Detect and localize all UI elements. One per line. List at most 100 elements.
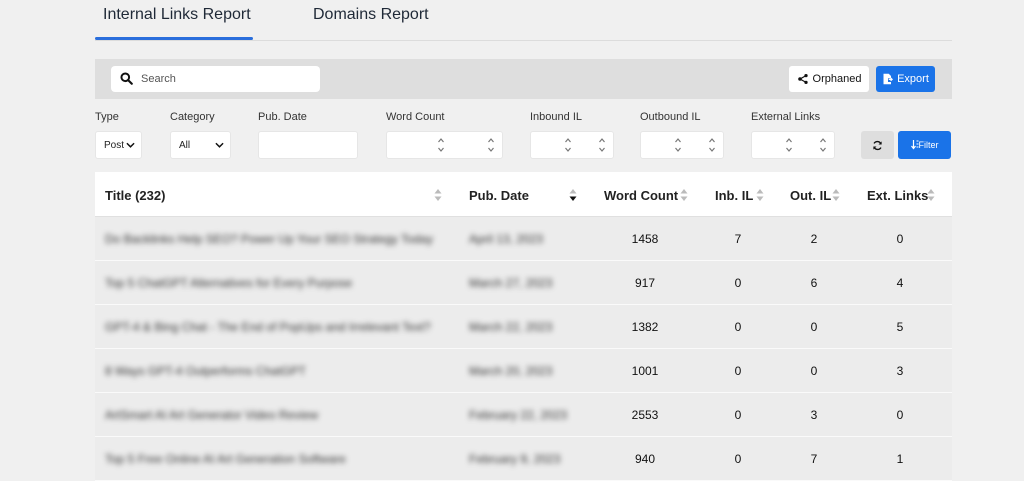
- filter-button[interactable]: Filter: [898, 131, 951, 159]
- export-label: Export: [897, 73, 929, 85]
- table-row: Do Backlinks Help SEO? Power Up Your SEO…: [95, 217, 952, 261]
- row-word-count: 1001: [631, 364, 659, 378]
- word-count-min-stepper[interactable]: [437, 136, 445, 154]
- filter-button-label: Filter: [918, 140, 939, 150]
- row-word-count: 1458: [631, 232, 659, 246]
- row-pub-date: March 20, 2023: [469, 364, 553, 378]
- inbound-min-stepper[interactable]: [564, 136, 572, 154]
- sort-desc-icon[interactable]: [569, 188, 577, 202]
- row-out-il: 0: [810, 320, 818, 334]
- orphaned-label: Orphaned: [812, 73, 862, 85]
- filter-outbound-label: Outbound IL: [640, 111, 701, 123]
- external-links-range: [751, 131, 835, 159]
- row-ext-links: 3: [896, 364, 904, 378]
- row-word-count: 917: [634, 276, 656, 290]
- inbound-max-stepper[interactable]: [598, 136, 606, 154]
- table-row: Top 5 Free Online AI Art Generation Soft…: [95, 437, 952, 481]
- links-table: Title (232) Pub. Date Word Count Inb. IL…: [95, 172, 952, 481]
- toolbar: Orphaned Export: [95, 59, 952, 99]
- table-row: 8 Ways GPT-4 Outperforms ChatGPT March 2…: [95, 349, 952, 393]
- export-button[interactable]: Export: [876, 66, 935, 92]
- column-header-inb-il[interactable]: Inb. IL: [715, 188, 753, 203]
- row-title[interactable]: Do Backlinks Help SEO? Power Up Your SEO…: [105, 232, 433, 246]
- row-pub-date: March 22, 2023: [469, 320, 553, 334]
- sort-icon[interactable]: [680, 188, 688, 202]
- table-row: ArtSmart AI Art Generator Video Review F…: [95, 393, 952, 437]
- search-box: [111, 66, 320, 92]
- row-inb-il: 0: [734, 364, 742, 378]
- outbound-il-range: [640, 131, 724, 159]
- type-select-value: Post: [104, 139, 125, 151]
- row-pub-date: February 22, 2023: [469, 408, 568, 422]
- orphaned-button[interactable]: Orphaned: [789, 66, 869, 92]
- table-row: Top 5 ChatGPT Alternatives for Every Pur…: [95, 261, 952, 305]
- row-word-count: 940: [634, 452, 656, 466]
- sort-icon[interactable]: [434, 188, 442, 202]
- search-icon: [120, 72, 133, 85]
- row-ext-links: 5: [896, 320, 904, 334]
- sort-icon[interactable]: [832, 188, 840, 202]
- word-count-range: [386, 131, 503, 159]
- row-ext-links: 1: [896, 452, 904, 466]
- export-icon: [883, 73, 894, 85]
- row-title[interactable]: GPT-4 & Bing Chat - The End of PopUps an…: [105, 320, 431, 334]
- active-tab-indicator: [95, 37, 253, 40]
- row-pub-date: February 9, 2023: [469, 452, 561, 466]
- column-header-pub-date[interactable]: Pub. Date: [469, 188, 529, 203]
- column-header-title[interactable]: Title (232): [105, 188, 165, 203]
- outbound-max-stepper[interactable]: [708, 136, 716, 154]
- row-word-count: 1382: [631, 320, 659, 334]
- row-title[interactable]: 8 Ways GPT-4 Outperforms ChatGPT: [105, 364, 306, 378]
- sort-icon[interactable]: [756, 188, 764, 202]
- filter-word-count-label: Word Count: [386, 111, 445, 123]
- category-select-value: All: [179, 139, 191, 151]
- sort-down-icon: [910, 140, 918, 150]
- outbound-min-stepper[interactable]: [674, 136, 682, 154]
- row-pub-date: April 13, 2023: [469, 232, 544, 246]
- row-out-il: 0: [810, 364, 818, 378]
- tab-internal-links-report[interactable]: Internal Links Report: [103, 6, 251, 24]
- filter-pub-date-label: Pub. Date: [258, 111, 307, 123]
- row-inb-il: 7: [734, 232, 742, 246]
- sort-icon[interactable]: [927, 188, 935, 202]
- row-inb-il: 0: [734, 408, 742, 422]
- category-select[interactable]: All: [170, 131, 231, 159]
- row-out-il: 7: [810, 452, 818, 466]
- row-word-count: 2553: [631, 408, 659, 422]
- row-pub-date: March 27, 2023: [469, 276, 553, 290]
- row-inb-il: 0: [734, 276, 742, 290]
- table-header: Title (232) Pub. Date Word Count Inb. IL…: [95, 172, 952, 217]
- search-input[interactable]: [141, 66, 311, 92]
- orphaned-icon: [797, 73, 808, 85]
- tab-domains-report[interactable]: Domains Report: [313, 6, 429, 24]
- filter-external-label: External Links: [751, 111, 821, 123]
- filter-inbound-label: Inbound IL: [530, 111, 582, 123]
- external-max-stepper[interactable]: [819, 136, 827, 154]
- refresh-icon: [873, 140, 882, 150]
- type-select[interactable]: Post: [95, 131, 142, 159]
- row-ext-links: 0: [896, 232, 904, 246]
- filter-type-label: Type: [95, 111, 119, 123]
- chevron-down-icon: [126, 142, 135, 148]
- column-header-out-il[interactable]: Out. IL: [790, 188, 831, 203]
- word-count-max-stepper[interactable]: [487, 136, 495, 154]
- inbound-il-range: [530, 131, 614, 159]
- row-title[interactable]: ArtSmart AI Art Generator Video Review: [105, 408, 318, 422]
- refresh-button[interactable]: [861, 131, 894, 159]
- pub-date-input[interactable]: [258, 131, 358, 159]
- row-inb-il: 0: [734, 452, 742, 466]
- row-title[interactable]: Top 5 ChatGPT Alternatives for Every Pur…: [105, 276, 352, 290]
- row-inb-il: 0: [734, 320, 742, 334]
- column-header-word-count[interactable]: Word Count: [604, 188, 678, 203]
- row-out-il: 2: [810, 232, 818, 246]
- column-header-ext-links[interactable]: Ext. Links: [867, 188, 928, 203]
- chevron-down-icon: [215, 142, 224, 148]
- row-title[interactable]: Top 5 Free Online AI Art Generation Soft…: [105, 452, 346, 466]
- row-out-il: 3: [810, 408, 818, 422]
- row-out-il: 6: [810, 276, 818, 290]
- report-tabs: Internal Links Report Domains Report: [95, 0, 952, 41]
- row-ext-links: 4: [896, 276, 904, 290]
- filter-category-label: Category: [170, 111, 215, 123]
- external-min-stepper[interactable]: [785, 136, 793, 154]
- table-row: GPT-4 & Bing Chat - The End of PopUps an…: [95, 305, 952, 349]
